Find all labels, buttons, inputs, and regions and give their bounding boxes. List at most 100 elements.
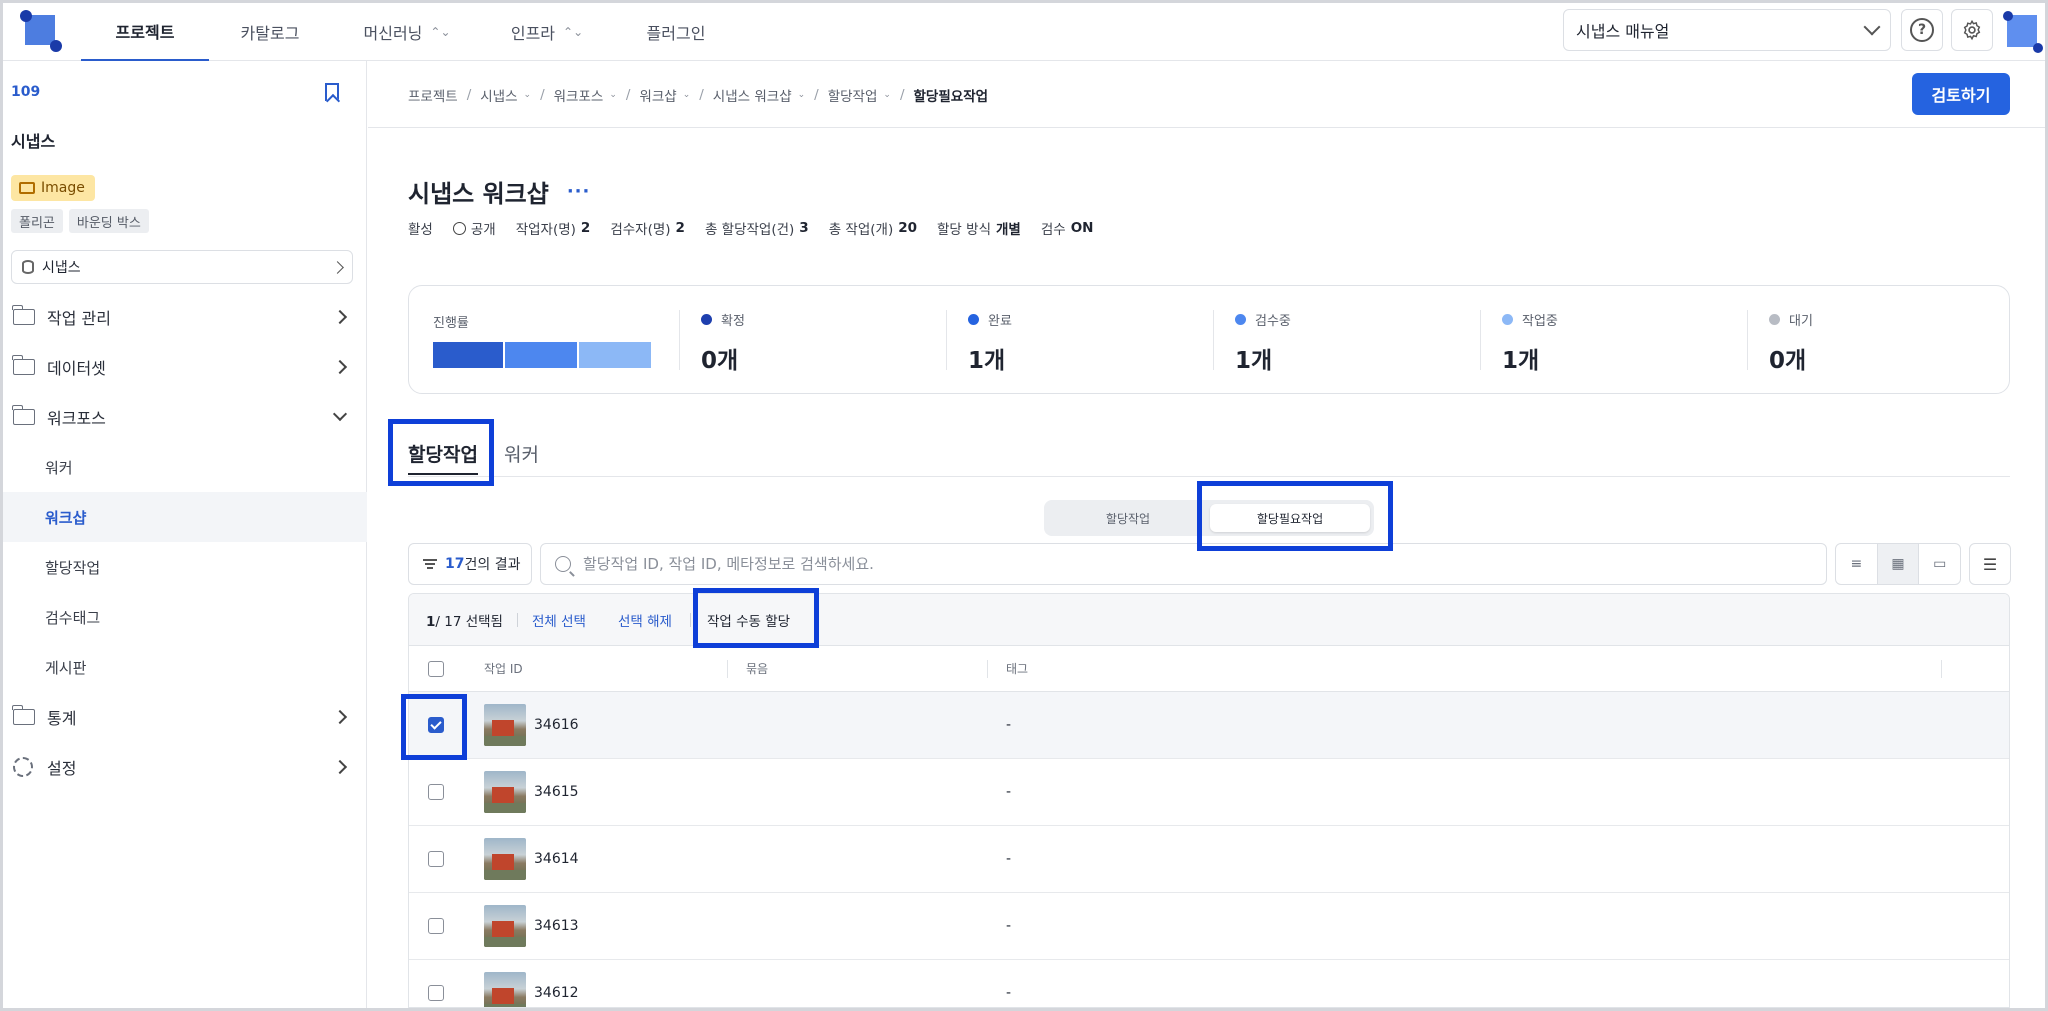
- nav-tab-infra[interactable]: 인프라 ⌃⌄: [483, 3, 611, 61]
- row-checkbox[interactable]: [428, 985, 444, 1001]
- sidebar-subitem-board[interactable]: 게시판: [3, 642, 367, 692]
- bookmark-icon[interactable]: [325, 83, 339, 101]
- search-box: [540, 543, 1827, 585]
- tasks-count: 총 작업(개) 20: [828, 220, 918, 238]
- sidebar-item-dataset[interactable]: 데이터셋: [3, 342, 367, 392]
- task-id: 34615: [534, 784, 579, 800]
- row-checkbox[interactable]: [428, 784, 444, 800]
- stat-completed: 완료 1개: [946, 310, 1012, 374]
- app-logo[interactable]: [20, 10, 62, 52]
- highlight-box: [1197, 481, 1393, 551]
- status-dot: [968, 314, 979, 325]
- review-button[interactable]: 검토하기: [1912, 73, 2010, 115]
- sidebar-subitem-review-tag[interactable]: 검수태그: [3, 592, 367, 642]
- list-view-icon[interactable]: ≡: [1836, 544, 1878, 584]
- column-header-tag[interactable]: 태그: [1006, 660, 1028, 677]
- dataset-select[interactable]: 시냅스: [11, 250, 353, 284]
- table-row[interactable]: 34616 -: [409, 692, 2009, 759]
- task-id: 34614: [534, 851, 579, 867]
- sidebar-item-workforce[interactable]: 워크포스: [3, 392, 367, 442]
- gallery-view-icon[interactable]: ▭: [1919, 544, 1960, 584]
- task-id: 34616: [534, 717, 579, 733]
- stat-confirmed: 확정 0개: [679, 310, 745, 374]
- manual-select[interactable]: 시냅스 매뉴얼: [1563, 9, 1891, 51]
- breadcrumb-item[interactable]: 프로젝트: [408, 85, 458, 105]
- sidebar-item-settings[interactable]: 설정: [3, 742, 367, 792]
- folder-icon: [12, 405, 35, 425]
- search-input[interactable]: [583, 555, 1783, 573]
- task-id: 34612: [534, 985, 579, 1001]
- breadcrumb-bar: 프로젝트 / 시냅스 ⌄ / 워크포스 ⌄ / 워크샵 ⌄ / 시냅스 워크샵 ⌄ / …: [368, 61, 2045, 128]
- status-dot: [1502, 314, 1513, 325]
- stat-working: 작업중 1개: [1480, 310, 1558, 374]
- user-avatar[interactable]: [2003, 11, 2043, 53]
- gear-icon: [1963, 19, 1981, 41]
- select-all-button[interactable]: 전체 선택: [532, 610, 586, 630]
- breadcrumb-item[interactable]: 할당작업 ⌄: [828, 85, 891, 105]
- sort-icon: ☰: [1982, 554, 1998, 574]
- breadcrumb-item[interactable]: 시냅스 워크샵 ⌄: [713, 85, 805, 105]
- chevron-right-icon: [332, 759, 348, 775]
- column-header-task-id[interactable]: 작업 ID: [484, 660, 523, 677]
- breadcrumb-item[interactable]: 워크샵 ⌄: [639, 85, 690, 105]
- task-tag: -: [1006, 717, 1012, 733]
- top-nav-tabs: 프로젝트 카탈로그 머신러닝 ⌃⌄ 인프라 ⌃⌄ 플러그인: [81, 3, 741, 61]
- content-tabs: 할당작업 워커: [408, 432, 2010, 477]
- nav-tab-catalog[interactable]: 카탈로그: [209, 3, 331, 61]
- nav-tab-project[interactable]: 프로젝트: [81, 3, 209, 61]
- segment-assignments[interactable]: 할당작업: [1048, 504, 1208, 532]
- filter-results-button[interactable]: 17 건의 결과: [408, 543, 532, 585]
- settings-button[interactable]: [1951, 9, 1993, 51]
- gear-icon: [13, 757, 33, 777]
- task-tag: -: [1006, 784, 1012, 800]
- manual-select-value: 시냅스 매뉴얼: [1576, 22, 1670, 41]
- progress-section: 진행률: [433, 312, 651, 368]
- table-row[interactable]: 34612 -: [409, 960, 2009, 1007]
- grid-view-icon[interactable]: ▦: [1877, 544, 1920, 584]
- stat-reviewing: 검수중 1개: [1213, 310, 1291, 374]
- sidebar-subitem-workshop[interactable]: 워크샵: [3, 492, 367, 542]
- task-thumbnail: [484, 771, 526, 813]
- chevron-down-icon: [332, 406, 348, 422]
- search-icon: [555, 556, 571, 572]
- task-thumbnail: [484, 972, 526, 1007]
- progress-bar: [433, 342, 651, 368]
- chevron-right-icon: [331, 260, 344, 274]
- sidebar-subitem-worker[interactable]: 워커: [3, 442, 367, 492]
- deselect-button[interactable]: 선택 해제: [618, 610, 672, 630]
- sort-button[interactable]: ☰: [1969, 543, 2011, 585]
- table-row[interactable]: 34615 -: [409, 759, 2009, 826]
- row-checkbox[interactable]: [428, 918, 444, 934]
- table-row[interactable]: 34613 -: [409, 893, 2009, 960]
- more-options-icon[interactable]: ···: [567, 181, 591, 202]
- nav-tab-ml[interactable]: 머신러닝 ⌃⌄: [331, 3, 483, 61]
- assignments-count: 총 할당작업(건) 3: [704, 220, 809, 238]
- nav-tab-plugin[interactable]: 플러그인: [611, 3, 741, 61]
- help-icon: ?: [1910, 18, 1934, 42]
- progress-label: 진행률: [433, 316, 469, 331]
- visibility-label: 공개: [452, 218, 496, 238]
- tab-workers[interactable]: 워커: [504, 440, 539, 467]
- chevron-down-icon: ⌄: [883, 90, 891, 100]
- help-button[interactable]: ?: [1901, 9, 1943, 51]
- sidebar-item-statistics[interactable]: 통계: [3, 692, 367, 742]
- chevron-down-icon: ⌄: [797, 90, 806, 100]
- chevron-down-icon: ⌄: [609, 90, 617, 100]
- assign-method: 할당 방식 개별: [937, 222, 1021, 238]
- sidebar-subitem-assignment[interactable]: 할당작업: [3, 542, 367, 592]
- filter-icon: [423, 559, 437, 569]
- select-all-checkbox[interactable]: [428, 660, 444, 677]
- breadcrumb-item[interactable]: 시냅스 ⌄: [480, 85, 531, 105]
- task-table: 1/ 17 선택됨 전체 선택 선택 해제 작업 수동 할당 작업 ID 묶음 …: [408, 593, 2010, 1008]
- table-row[interactable]: 34614 -: [409, 826, 2009, 893]
- sidebar-item-task-management[interactable]: 작업 관리: [3, 292, 367, 342]
- column-header-group[interactable]: 묶음: [746, 660, 768, 677]
- progress-stats-card: 진행률 확정 0개 완료 1개 검수중 1개 작업중 1개 대기 0개: [408, 285, 2010, 394]
- view-mode-toggle: ≡ ▦ ▭: [1835, 543, 1961, 585]
- data-type-badge: Image: [11, 175, 95, 201]
- stat-waiting: 대기 0개: [1747, 310, 1813, 374]
- breadcrumb-item[interactable]: 워크포스 ⌄: [554, 85, 617, 105]
- chevron-right-icon: [332, 309, 348, 325]
- chevron-down-icon: ⌄: [682, 90, 691, 100]
- row-checkbox[interactable]: [428, 851, 444, 867]
